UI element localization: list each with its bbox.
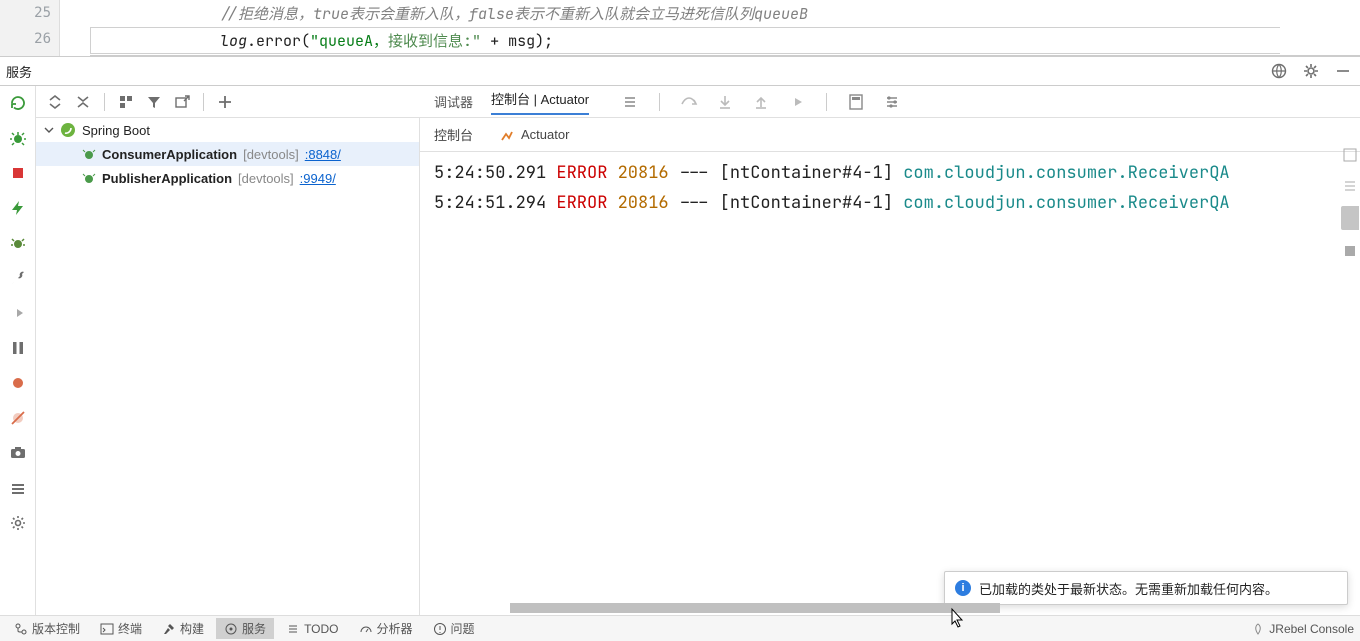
code-line: log.error("queueA，接收到信息:" + msg);: [220, 30, 553, 51]
code-comment: //拒绝消息，true表示会重新入队，false表示不重新入队就会立马进死信队列…: [220, 3, 808, 24]
log-row: 5:24:50.291 ERROR 20816 --- [ntContainer…: [434, 158, 1360, 188]
tab-console-actuator[interactable]: 控制台 | Actuator: [491, 89, 589, 115]
bug-icon[interactable]: [7, 232, 29, 254]
services-panel-header: 服务: [0, 56, 1360, 86]
mute-bp-icon[interactable]: [7, 407, 29, 429]
right-gutter: [1340, 86, 1360, 615]
breakpoint-icon[interactable]: [7, 372, 29, 394]
gutter-icon[interactable]: [1341, 206, 1359, 230]
group-icon[interactable]: [117, 93, 135, 111]
fast-icon[interactable]: [7, 197, 29, 219]
status-todo[interactable]: TODO: [278, 620, 346, 638]
add-icon[interactable]: [216, 93, 234, 111]
status-profiler[interactable]: 分析器: [351, 618, 421, 639]
cursor-icon: [950, 607, 966, 629]
gauge-icon: [359, 622, 373, 636]
spring-icon: [60, 122, 76, 138]
run-toolbar: [0, 86, 36, 615]
line-number: 25: [0, 0, 59, 26]
tab-console[interactable]: 控制台: [434, 125, 473, 144]
port-link[interactable]: :8848/: [305, 147, 341, 162]
branch-icon: [14, 622, 28, 636]
filter-icon[interactable]: [145, 93, 163, 111]
gutter-icon[interactable]: [1341, 146, 1359, 164]
bug-run-icon: [82, 171, 96, 185]
info-icon: [433, 622, 447, 636]
bug-run-icon: [82, 147, 96, 161]
wrench-icon[interactable]: [7, 267, 29, 289]
debug-tabs: 调试器 控制台 | Actuator: [420, 86, 1360, 118]
status-vcs[interactable]: 版本控制: [6, 618, 88, 639]
spark-icon: [499, 127, 515, 143]
gutter-icon[interactable]: [1341, 242, 1359, 260]
gutter-icon[interactable]: [1341, 176, 1359, 194]
step-icon[interactable]: [7, 302, 29, 324]
services-icon: [224, 622, 238, 636]
services-tree[interactable]: Spring Boot ConsumerApplication [devtool…: [36, 118, 420, 615]
tree-root[interactable]: Spring Boot: [36, 118, 419, 142]
step-out-icon[interactable]: [752, 93, 770, 111]
info-icon: i: [955, 580, 971, 596]
minimize-icon[interactable]: [1334, 62, 1352, 80]
sliders-icon[interactable]: [883, 93, 901, 111]
status-services[interactable]: 服务: [216, 618, 274, 639]
services-toolbar: [36, 86, 420, 118]
debug-icon[interactable]: [7, 127, 29, 149]
new-window-icon[interactable]: [173, 93, 191, 111]
list-icon[interactable]: [621, 93, 639, 111]
status-jrebel[interactable]: JRebel Console: [1251, 622, 1360, 636]
rocket-icon: [1251, 622, 1265, 636]
expand-all-icon[interactable]: [46, 93, 64, 111]
editor-gutter: 25 26: [0, 0, 60, 56]
step-over-icon[interactable]: [680, 93, 698, 111]
tree-app[interactable]: ConsumerApplication [devtools] :8848/: [36, 142, 419, 166]
port-link[interactable]: :9949/: [300, 171, 336, 186]
globe-icon[interactable]: [1270, 62, 1288, 80]
collapse-all-icon[interactable]: [74, 93, 92, 111]
settings-icon[interactable]: [7, 512, 29, 534]
log-row: 5:24:51.294 ERROR 20816 --- [ntContainer…: [434, 188, 1360, 218]
panel-title: 服务: [0, 62, 32, 81]
hammer-icon: [162, 622, 176, 636]
console-output[interactable]: 5:24:50.291 ERROR 20816 --- [ntContainer…: [420, 152, 1360, 615]
pause-icon[interactable]: [7, 337, 29, 359]
status-build[interactable]: 构建: [154, 618, 212, 639]
tab-actuator[interactable]: Actuator: [499, 127, 569, 143]
tree-app[interactable]: PublisherApplication [devtools] :9949/: [36, 166, 419, 190]
status-bar: 版本控制 终端 构建 服务 TODO 分析器 问题 JRebel Console: [0, 615, 1360, 641]
step-into-icon[interactable]: [716, 93, 734, 111]
calc-icon[interactable]: [847, 93, 865, 111]
status-terminal[interactable]: 终端: [92, 618, 150, 639]
console-subtabs: 控制台 Actuator: [420, 118, 1360, 152]
notification-toast[interactable]: i 已加载的类处于最新状态。无需重新加载任何内容。: [944, 571, 1348, 605]
stop-icon[interactable]: [7, 162, 29, 184]
tab-debugger[interactable]: 调试器: [434, 92, 473, 111]
rerun-icon[interactable]: [7, 92, 29, 114]
editor-area[interactable]: //拒绝消息，true表示会重新入队，false表示不重新入队就会立马进死信队列…: [90, 0, 1360, 56]
terminal-icon: [100, 622, 114, 636]
gear-icon[interactable]: [1302, 62, 1320, 80]
layout-icon[interactable]: [7, 477, 29, 499]
run-to-icon[interactable]: [788, 93, 806, 111]
chevron-down-icon: [44, 125, 54, 135]
camera-icon[interactable]: [7, 442, 29, 464]
console-h-scrollbar[interactable]: [420, 603, 1360, 615]
notification-text: 已加载的类处于最新状态。无需重新加载任何内容。: [979, 579, 1278, 598]
line-number: 26: [0, 26, 59, 52]
scrollbar-thumb[interactable]: [510, 603, 1000, 613]
list-icon: [286, 622, 300, 636]
status-problems[interactable]: 问题: [425, 618, 483, 639]
